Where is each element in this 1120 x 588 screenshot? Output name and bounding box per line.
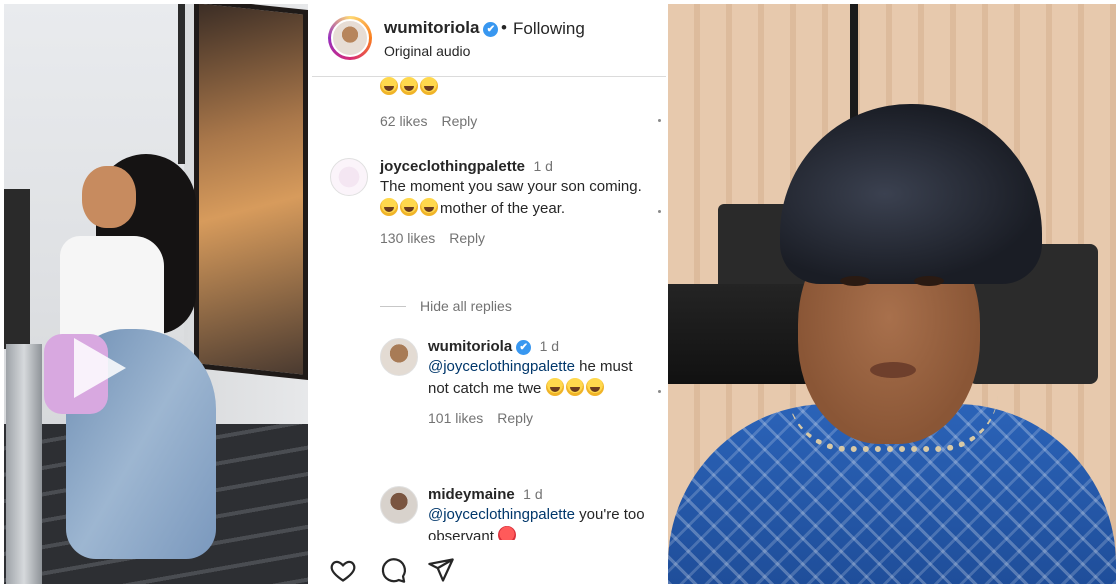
photo-woman-headwrap xyxy=(668,4,1116,584)
reply-comment: mideymaine 1 d @joyceclothingpalette you… xyxy=(428,486,648,540)
post-header: wumitoriola ✔ • Following Original audio xyxy=(312,0,666,77)
reply-text: @joyceclothingpalette you're too observa… xyxy=(428,504,648,540)
commenter-avatar[interactable] xyxy=(330,158,368,196)
door xyxy=(4,189,30,349)
comment: joyceclothingpalette 1 d The moment you … xyxy=(380,158,650,246)
reply-text: @joyceclothingpalette he must not catch … xyxy=(428,358,633,397)
reply-avatar[interactable] xyxy=(380,338,418,376)
mention-link[interactable]: @joyceclothingpalette xyxy=(428,358,575,375)
options-dot xyxy=(658,119,661,122)
separator-dot: • xyxy=(501,18,507,37)
reply-button[interactable]: Reply xyxy=(441,113,477,129)
comment-time: 1 d xyxy=(533,158,553,174)
wall-painting xyxy=(194,4,308,380)
verified-icon: ✔ xyxy=(516,340,532,355)
options-dot xyxy=(658,210,661,213)
avatar[interactable] xyxy=(331,19,369,57)
comment-text: The moment you saw your son coming.mothe… xyxy=(380,178,642,217)
headwrap xyxy=(780,104,1042,284)
laughing-emoji-icon xyxy=(420,77,438,95)
likes-count[interactable]: 130 likes xyxy=(380,230,435,246)
reply-comment: wumitoriola ✔ 1 d @joyceclothingpalette h… xyxy=(428,338,648,426)
post-actions xyxy=(328,556,628,586)
audio-link[interactable]: Original audio xyxy=(384,43,470,59)
post-username[interactable]: wumitoriola ✔ xyxy=(384,18,499,38)
likes-count[interactable]: 101 likes xyxy=(428,410,483,426)
laughing-emoji-icon xyxy=(585,378,604,396)
comment-meta: 62 likes Reply xyxy=(380,113,491,129)
handrail xyxy=(178,4,185,164)
laughing-emoji-icon xyxy=(400,198,418,216)
laughing-emoji-icon xyxy=(565,378,584,396)
reply-button[interactable]: Reply xyxy=(449,230,485,246)
banister xyxy=(6,344,42,584)
emoji-row xyxy=(380,77,491,97)
story-ring[interactable] xyxy=(328,16,372,60)
verified-icon: ✔ xyxy=(483,22,499,37)
reply-username[interactable]: mideymaine xyxy=(428,486,515,503)
mention-link[interactable]: @joyceclothingpalette xyxy=(428,506,575,523)
replies-line xyxy=(380,306,406,307)
laughing-emoji-icon xyxy=(545,378,564,396)
reply-time: 1 d xyxy=(523,486,543,502)
laughing-emoji-icon xyxy=(420,198,438,216)
video-thumbnail[interactable] xyxy=(4,4,308,584)
hide-replies-toggle[interactable]: Hide all replies xyxy=(380,298,512,318)
comment-meta: 130 likes Reply xyxy=(380,230,650,246)
heart-icon[interactable] xyxy=(328,556,358,584)
reply-meta: 101 likes Reply xyxy=(428,410,648,426)
following-button[interactable]: Following xyxy=(513,19,585,39)
reply-avatar[interactable] xyxy=(380,486,418,524)
comment-icon[interactable] xyxy=(378,556,408,584)
reply-button[interactable]: Reply xyxy=(497,410,533,426)
instagram-comments-panel: wumitoriola ✔ • Following Original audio … xyxy=(312,0,666,588)
laughing-emoji-icon xyxy=(400,77,418,95)
reply-username[interactable]: wumitoriola xyxy=(428,338,512,355)
left-eye xyxy=(840,276,870,286)
reply-time: 1 d xyxy=(539,338,560,354)
options-dot xyxy=(658,390,661,393)
play-icon[interactable] xyxy=(74,338,126,398)
likes-count[interactable]: 62 likes xyxy=(380,113,427,129)
laughing-emoji-icon xyxy=(380,198,398,216)
right-eye xyxy=(914,276,944,286)
laughing-emoji-icon xyxy=(380,77,398,95)
send-icon[interactable] xyxy=(426,556,456,584)
lips xyxy=(870,362,916,378)
comment-partial: 62 likes Reply xyxy=(380,77,491,129)
person-face xyxy=(82,166,136,228)
heart-eyes-emoji-icon xyxy=(498,526,517,540)
comment-username[interactable]: joyceclothingpalette xyxy=(380,158,525,175)
